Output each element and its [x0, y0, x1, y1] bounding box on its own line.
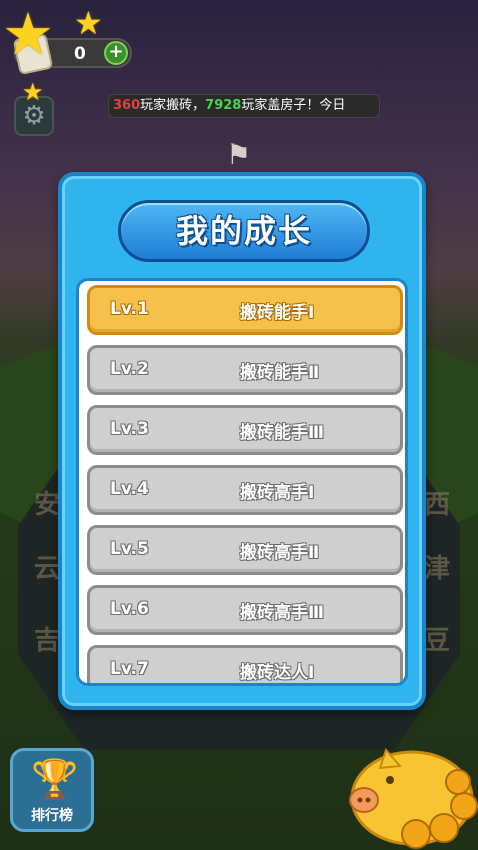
level-title: 搬砖高手Ⅲ	[240, 603, 325, 623]
leaderboard-label: 排行榜	[31, 808, 73, 824]
add-bricks-button[interactable]: +	[104, 41, 128, 65]
ticker-count-2: 7928	[205, 98, 242, 113]
level-row[interactable]: Lv.5 搬砖高手Ⅱ	[87, 525, 403, 575]
level-number: Lv.2	[110, 359, 149, 379]
level-title: 搬砖高手Ⅰ	[240, 483, 315, 503]
ticker-text-1: 玩家搬砖，	[140, 98, 206, 113]
level-number: Lv.6	[110, 599, 149, 619]
star-icon: ★	[22, 78, 44, 106]
level-title: 搬砖能手Ⅲ	[240, 423, 325, 443]
level-title: 搬砖能手Ⅱ	[240, 363, 320, 383]
leaderboard-button[interactable]: 🏆 排行榜	[10, 748, 94, 832]
star-icon: ★	[2, 0, 54, 68]
star-icon: ★	[74, 4, 103, 42]
level-number: Lv.7	[110, 659, 149, 679]
level-title: 搬砖能手Ⅰ	[240, 303, 315, 323]
trophy-icon: 🏆	[31, 757, 79, 801]
ticker-count-1: 360	[113, 98, 141, 113]
level-row[interactable]: Lv.6 搬砖高手Ⅲ	[87, 585, 403, 635]
level-title: 搬砖高手Ⅱ	[240, 543, 320, 563]
news-ticker: 360玩家搬砖，7928玩家盖房子！今日	[108, 94, 380, 118]
level-number: Lv.3	[110, 419, 149, 439]
ticker-text-2: 玩家盖房子！今日	[241, 98, 346, 113]
level-number: Lv.5	[110, 539, 149, 559]
level-list[interactable]: Lv.1 搬砖能手Ⅰ Lv.2 搬砖能手Ⅱ Lv.3 搬砖能手Ⅲ Lv.4 搬砖…	[76, 278, 408, 686]
level-row[interactable]: Lv.1 搬砖能手Ⅰ	[87, 285, 403, 335]
brick-count: 0	[74, 44, 86, 64]
growth-dialog: 我的成长 Lv.1 搬砖能手Ⅰ Lv.2 搬砖能手Ⅱ Lv.3 搬砖能手Ⅲ Lv…	[58, 172, 426, 710]
level-row[interactable]: Lv.7 搬砖达人Ⅰ	[87, 645, 403, 683]
level-number: Lv.4	[110, 479, 149, 499]
level-row[interactable]: Lv.2 搬砖能手Ⅱ	[87, 345, 403, 395]
dialog-title-banner: 我的成长	[118, 200, 370, 262]
level-number: Lv.1	[110, 299, 149, 319]
level-row[interactable]: Lv.4 搬砖高手Ⅰ	[87, 465, 403, 515]
level-title: 搬砖达人Ⅰ	[240, 663, 315, 683]
piggy-bank-icon[interactable]	[346, 736, 478, 850]
dialog-title: 我的成长	[175, 212, 312, 250]
level-row[interactable]: Lv.3 搬砖能手Ⅲ	[87, 405, 403, 455]
